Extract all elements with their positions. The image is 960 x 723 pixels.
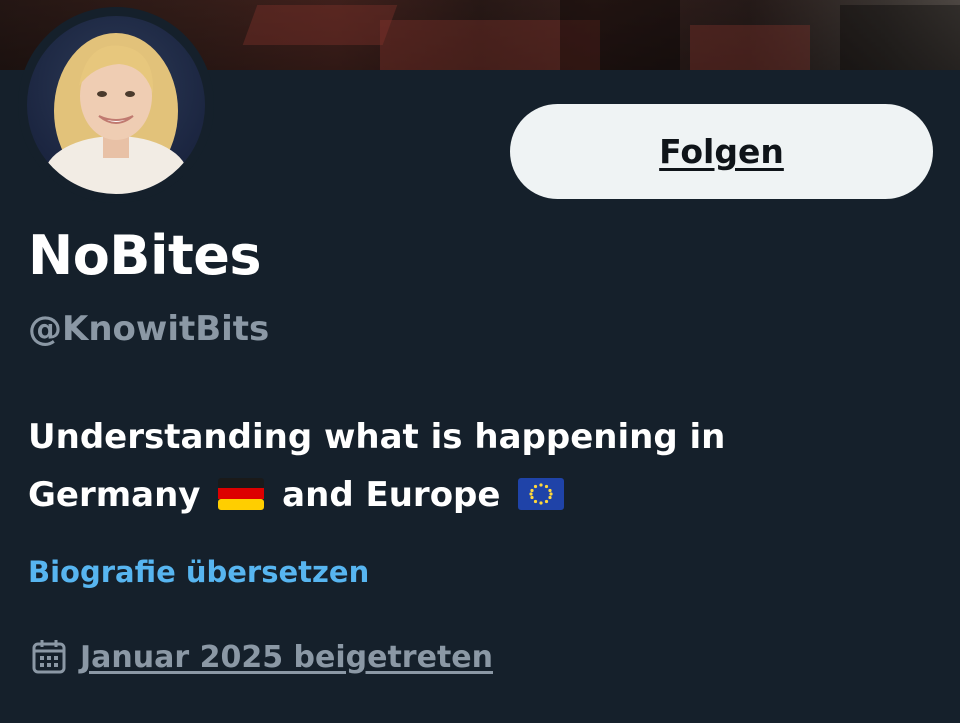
follow-button[interactable]: Folgen bbox=[510, 104, 933, 199]
joined-date: Januar 2025 beigetreten bbox=[30, 638, 493, 676]
bio-text-germany: Germany bbox=[28, 475, 201, 515]
bio-line-2: Germany and Europe bbox=[28, 466, 928, 524]
user-handle: @KnowitBits bbox=[28, 309, 270, 349]
avatar-image bbox=[27, 16, 205, 194]
avatar[interactable] bbox=[18, 7, 214, 203]
calendar-icon bbox=[32, 640, 66, 674]
germany-flag-icon bbox=[218, 478, 265, 510]
display-name: NoBites bbox=[28, 224, 262, 287]
translate-bio-link[interactable]: Biografie übersetzen bbox=[28, 555, 369, 589]
joined-date-text[interactable]: Januar 2025 beigetreten bbox=[80, 640, 493, 675]
eu-flag-icon bbox=[518, 478, 565, 510]
profile-bio: Understanding what is happening in Germa… bbox=[28, 408, 928, 524]
bio-text-europe: and Europe bbox=[282, 475, 501, 515]
bio-line-1: Understanding what is happening in bbox=[28, 417, 726, 457]
